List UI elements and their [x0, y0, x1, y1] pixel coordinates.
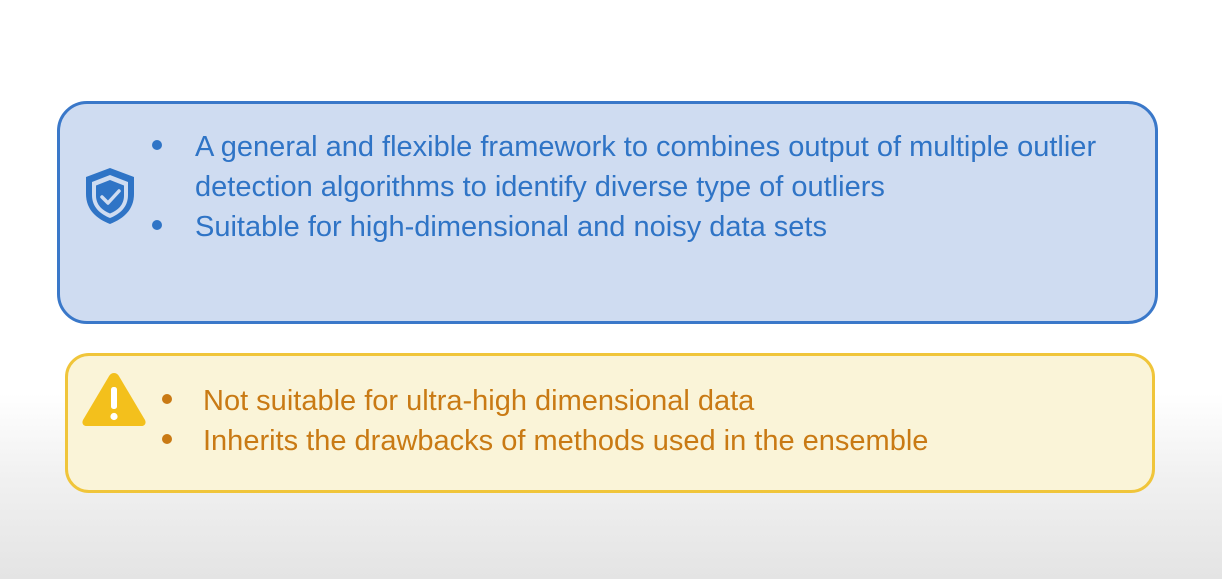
- pros-box: A general and flexible framework to comb…: [57, 101, 1158, 324]
- pros-item: Suitable for high-dimensional and noisy …: [148, 207, 1138, 247]
- pros-list: A general and flexible framework to comb…: [148, 127, 1138, 247]
- cons-list: Not suitable for ultra-high dimensional …: [156, 381, 1116, 461]
- pros-item: A general and flexible framework to comb…: [148, 127, 1138, 207]
- bullet-dot: [162, 434, 172, 444]
- cons-item-text: Not suitable for ultra-high dimensional …: [203, 385, 755, 417]
- bullet-dot: [152, 220, 162, 230]
- warning-icon: [80, 370, 148, 428]
- bullet-dot: [152, 140, 162, 150]
- pros-item-text: A general and flexible framework to comb…: [195, 131, 1097, 203]
- cons-box: Not suitable for ultra-high dimensional …: [65, 353, 1155, 493]
- cons-item: Inherits the drawbacks of methods used i…: [156, 421, 1116, 461]
- slide: A general and flexible framework to comb…: [0, 0, 1222, 579]
- cons-item: Not suitable for ultra-high dimensional …: [156, 381, 1116, 421]
- pros-item-text: Suitable for high-dimensional and noisy …: [195, 211, 827, 243]
- shield-check-icon: [82, 166, 138, 226]
- bullet-dot: [162, 394, 172, 404]
- cons-item-text: Inherits the drawbacks of methods used i…: [203, 425, 929, 457]
